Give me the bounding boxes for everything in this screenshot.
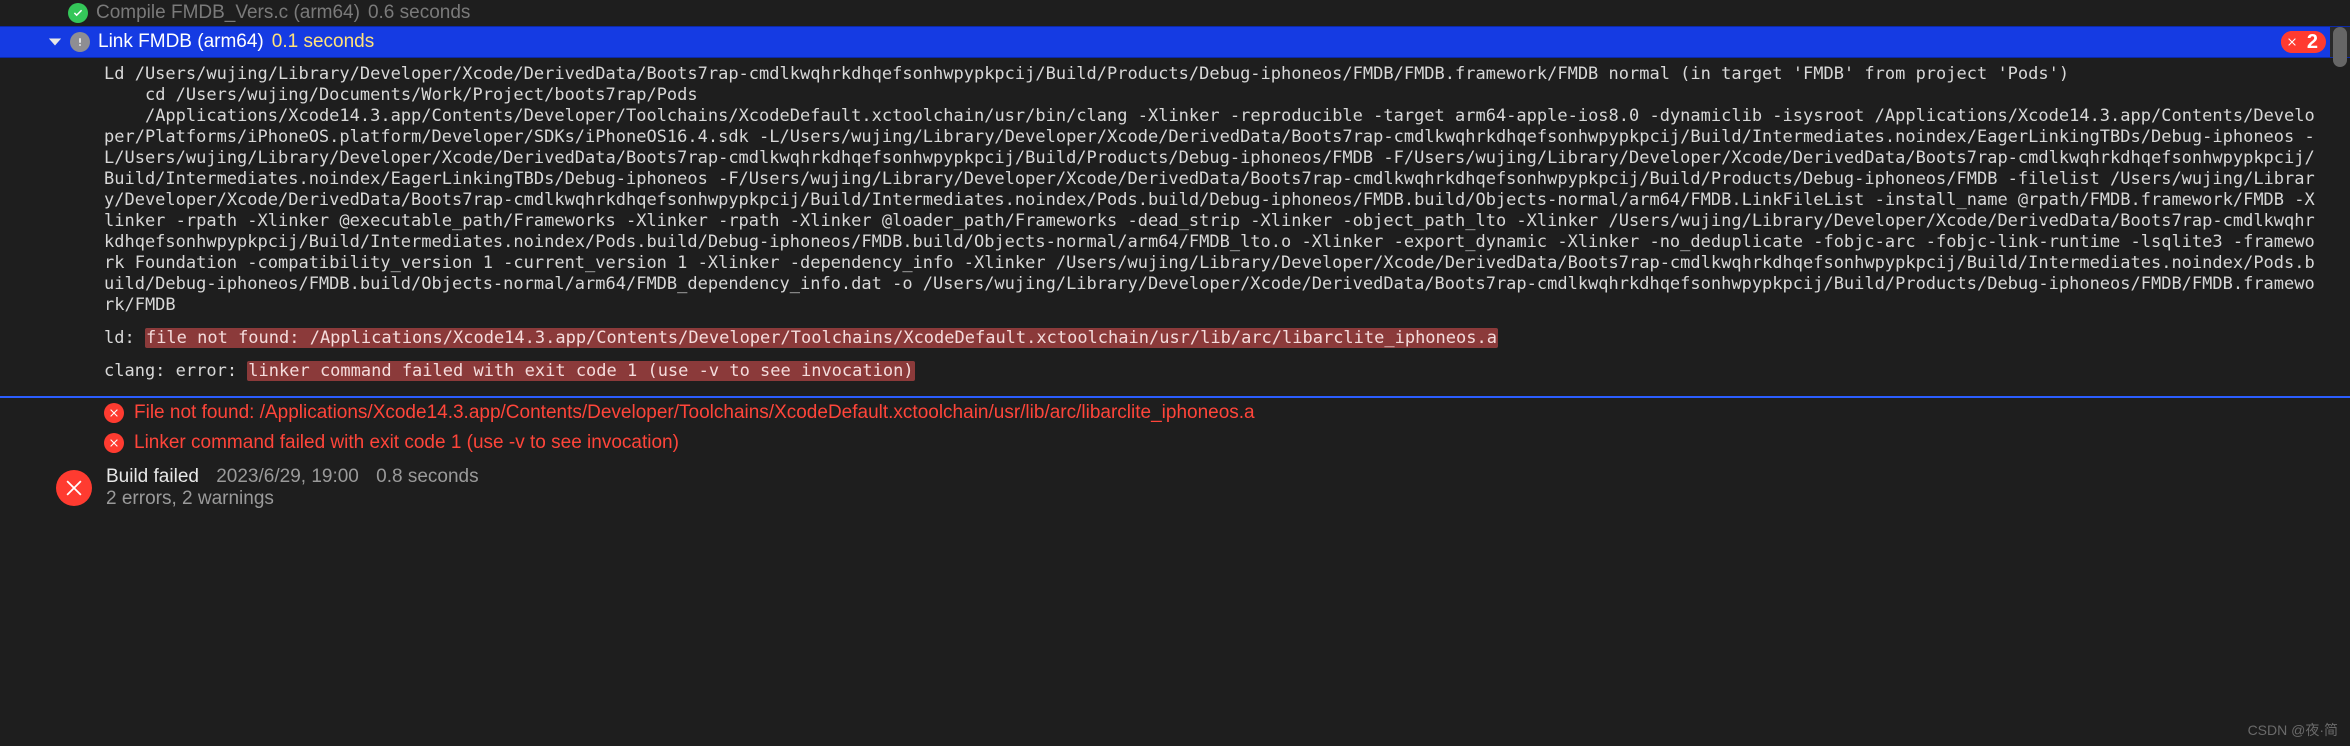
chevron-down-icon[interactable] bbox=[48, 35, 62, 49]
vertical-scrollbar[interactable] bbox=[2330, 27, 2350, 57]
check-icon bbox=[68, 3, 88, 23]
error-icon bbox=[2281, 31, 2303, 53]
compile-step-row[interactable]: Compile FMDB_Vers.c (arm64) 0.6 seconds bbox=[0, 0, 2350, 26]
scrollbar-thumb[interactable] bbox=[2333, 27, 2347, 67]
link-step-row[interactable]: Link FMDB (arm64) 0.1 seconds 2 bbox=[0, 26, 2350, 58]
ld-prefix: ld: bbox=[104, 328, 145, 348]
compile-step-title: Compile FMDB_Vers.c (arm64) bbox=[96, 2, 360, 24]
build-status-footer: Build failed 2023/6/29, 19:00 0.8 second… bbox=[0, 458, 2350, 518]
error-icon bbox=[104, 403, 124, 423]
clang-error-line[interactable]: clang: error: linker command failed with… bbox=[0, 355, 2350, 388]
build-error-warning-counts: 2 errors, 2 warnings bbox=[106, 488, 479, 510]
error-summary-row[interactable]: File not found: /Applications/Xcode14.3.… bbox=[0, 398, 2350, 428]
warning-icon bbox=[70, 32, 90, 52]
ld-highlight: file not found: /Applications/Xcode14.3.… bbox=[145, 328, 1498, 348]
ld-error-line[interactable]: ld: file not found: /Applications/Xcode1… bbox=[0, 322, 2350, 355]
error-count-badge[interactable]: 2 bbox=[2281, 31, 2326, 53]
compile-step-duration: 0.6 seconds bbox=[368, 2, 470, 24]
link-step-duration: 0.1 seconds bbox=[272, 31, 374, 53]
watermark-text: CSDN @夜·简 bbox=[2248, 720, 2338, 740]
build-failed-icon bbox=[56, 470, 92, 506]
build-status-label: Build failed bbox=[106, 466, 199, 487]
build-log-text[interactable]: Ld /Users/wujing/Library/Developer/Xcode… bbox=[0, 58, 2350, 322]
error-summary-text: Linker command failed with exit code 1 (… bbox=[134, 432, 679, 454]
error-summary-row[interactable]: Linker command failed with exit code 1 (… bbox=[0, 428, 2350, 458]
build-duration: 0.8 seconds bbox=[376, 466, 478, 487]
clang-highlight: linker command failed with exit code 1 (… bbox=[247, 361, 914, 381]
link-step-title: Link FMDB (arm64) bbox=[98, 31, 264, 53]
error-icon bbox=[104, 433, 124, 453]
error-summary-text: File not found: /Applications/Xcode14.3.… bbox=[134, 402, 1255, 424]
build-timestamp: 2023/6/29, 19:00 bbox=[216, 466, 359, 487]
clang-prefix: clang: error: bbox=[104, 361, 247, 381]
